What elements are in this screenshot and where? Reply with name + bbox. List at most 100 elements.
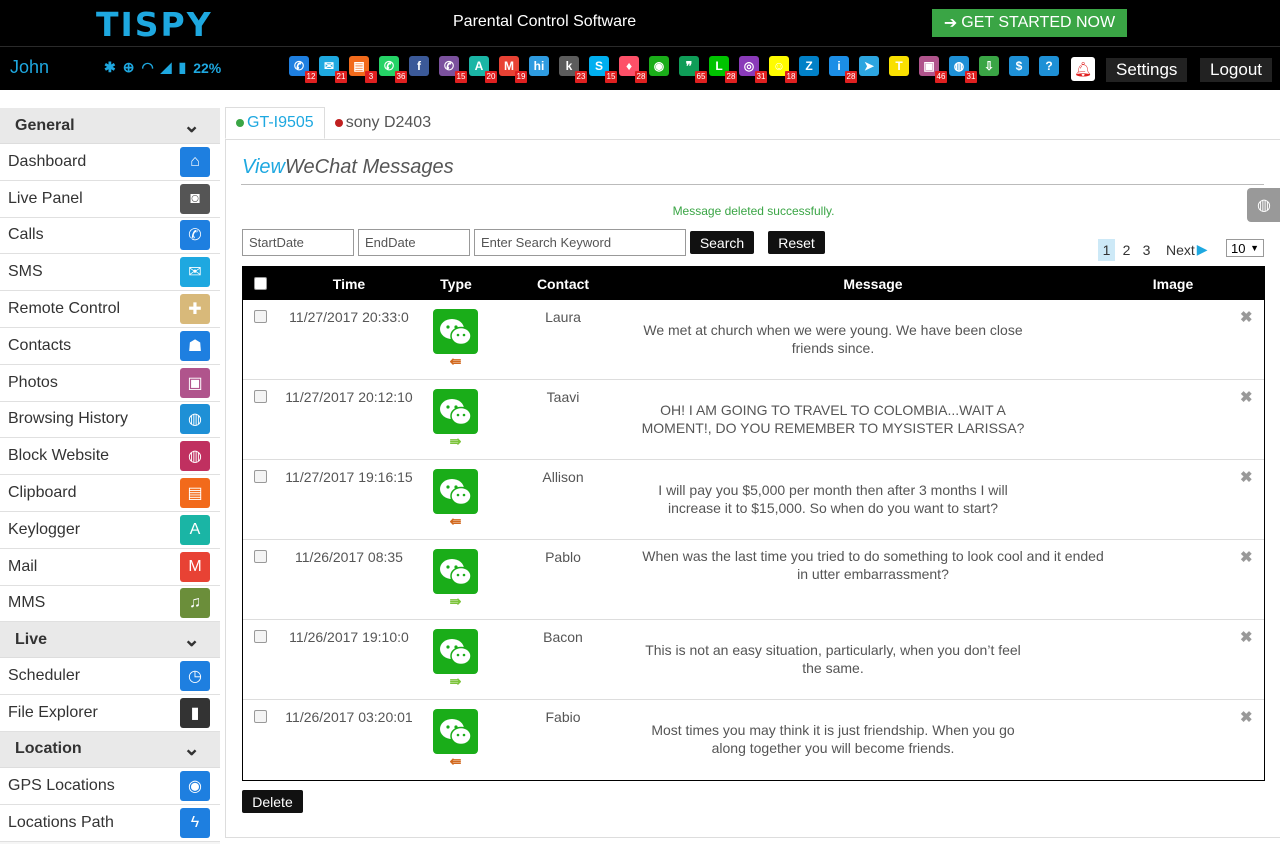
sidebar-item-dashboard[interactable]: Dashboard ⌂ — [0, 144, 220, 181]
sidebar-section-location[interactable]: Location ⌄ — [0, 731, 220, 768]
sidebar-item-remote-control[interactable]: Remote Control ✚ — [0, 291, 220, 328]
delete-row-icon[interactable]: ✖ — [1240, 308, 1253, 326]
sidebar-item-clipboard[interactable]: Clipboard ▤ — [0, 475, 220, 512]
wechat-icon[interactable]: ◉ — [649, 56, 669, 76]
user-name: John — [10, 57, 50, 77]
row-contact: Laura — [545, 309, 581, 325]
photos-icon[interactable]: ▣ 46 — [919, 56, 947, 83]
whatsapp-icon[interactable]: ✆ 36 — [379, 56, 407, 83]
next-page-link[interactable]: Next ▶ — [1166, 241, 1208, 258]
kakao-icon[interactable]: T — [889, 56, 909, 76]
brand-logo[interactable]: TISPY — [96, 5, 213, 44]
header-time[interactable]: Time — [283, 267, 415, 300]
delete-row-icon[interactable]: ✖ — [1240, 628, 1253, 646]
search-button[interactable]: Search — [690, 231, 754, 254]
delete-row-icon[interactable]: ✖ — [1240, 388, 1253, 406]
sidebar-item-live-panel[interactable]: Live Panel ◙ — [0, 180, 220, 218]
table-row[interactable]: 11/27/2017 20:12:10 ⇛ Taavi OH! I AM GOING … — [243, 380, 1264, 460]
row-checkbox[interactable] — [254, 630, 267, 643]
app-glyph: ✆ — [383, 59, 395, 73]
page-link-1[interactable]: 1 — [1098, 238, 1115, 261]
sidebar-section-live[interactable]: Live ⌄ — [0, 622, 220, 659]
per-page-select[interactable]: 10 ▼ — [1226, 239, 1264, 257]
count-badge: 28 — [635, 71, 647, 83]
clipboard-icon[interactable]: ▤ 3 — [349, 56, 377, 83]
facebook-icon[interactable]: f — [409, 56, 429, 76]
sidebar-item-label: Block Website — [8, 447, 110, 465]
row-checkbox[interactable] — [254, 550, 267, 563]
dollar-icon[interactable]: $ — [1009, 56, 1029, 76]
row-checkbox[interactable] — [254, 470, 267, 483]
phone-icon[interactable]: ✆ 12 — [289, 56, 317, 83]
line-icon[interactable]: L 28 — [709, 56, 737, 83]
delete-row-icon[interactable]: ✖ — [1240, 468, 1253, 486]
viber-icon[interactable]: ✆ 15 — [439, 56, 467, 83]
tab-label: sony D2403 — [345, 114, 432, 131]
row-checkbox[interactable] — [254, 310, 267, 323]
table-row[interactable]: 11/26/2017 03:20:01 ⇚ Fabio Most times you … — [243, 700, 1264, 780]
header-message[interactable]: Message — [623, 267, 1123, 300]
sidebar-item-keylogger[interactable]: Keylogger A — [0, 511, 220, 549]
reset-button[interactable]: Reset — [768, 231, 825, 254]
sidebar-item-gps-locations[interactable]: GPS Locations ◉ — [0, 767, 220, 805]
sidebar-item-contacts[interactable]: Contacts ☗ — [0, 327, 220, 365]
mail-icon[interactable]: ✉ 21 — [319, 56, 347, 83]
sidebar-section-general[interactable]: General ⌄ — [0, 108, 220, 144]
sidebar-item-label: Dashboard — [8, 152, 87, 170]
gmail-icon[interactable]: M 19 — [499, 56, 527, 83]
help-icon[interactable]: ? — [1039, 56, 1059, 76]
notification-bell-icon[interactable]: 🔔︎ — [1071, 57, 1095, 81]
telegram-icon[interactable]: ➤ — [859, 56, 879, 76]
settings-button[interactable]: Settings — [1106, 58, 1188, 82]
sidebar-item-scheduler[interactable]: Scheduler ◷ — [0, 658, 220, 696]
hike-icon[interactable]: hi — [529, 56, 549, 76]
select-all-checkbox[interactable] — [254, 277, 267, 290]
sidebar-item-mms[interactable]: MMS ♫ — [0, 585, 220, 623]
table-row[interactable]: 11/26/2017 08:35 ⇛ Pablo When was the last … — [243, 540, 1264, 620]
sidebar-item-browsing-history[interactable]: Browsing History ◍ — [0, 401, 220, 439]
snapchat-icon[interactable]: ☺ 18 — [769, 56, 797, 83]
delete-button[interactable]: Delete — [242, 790, 303, 813]
tab-device-sony-d2403[interactable]: sony D2403 — [325, 107, 441, 139]
instagram-icon[interactable]: ◎ 31 — [739, 56, 767, 83]
start-date-input[interactable]: StartDate — [242, 229, 354, 256]
incoming-arrow-icon: ⇚ — [449, 353, 462, 369]
sidebar-item-sms[interactable]: SMS ✉ — [0, 254, 220, 292]
page-link-2[interactable]: 2 — [1118, 239, 1135, 261]
contact-icon: ☗ — [180, 330, 210, 361]
sidebar-item-photos[interactable]: Photos ▣ — [0, 364, 220, 402]
hangouts-icon[interactable]: ❞ 65 — [679, 56, 707, 83]
skype-icon[interactable]: S 15 — [589, 56, 617, 83]
end-date-input[interactable]: EndDate — [358, 229, 470, 256]
get-started-button[interactable]: ➔ GET STARTED NOW — [932, 9, 1127, 37]
tab-device-gt-i9505[interactable]: GT-I9505 — [225, 107, 325, 139]
row-checkbox[interactable] — [254, 390, 267, 403]
next-label: Next — [1166, 241, 1195, 258]
tinder-icon[interactable]: ♦ 28 — [619, 56, 647, 83]
header-contact[interactable]: Contact — [513, 267, 613, 300]
kik-icon[interactable]: k 23 — [559, 56, 587, 83]
row-checkbox[interactable] — [254, 710, 267, 723]
logout-button[interactable]: Logout — [1200, 58, 1272, 82]
delete-row-icon[interactable]: ✖ — [1240, 708, 1253, 726]
browser-icon[interactable]: ◍ 31 — [949, 56, 977, 83]
table-row[interactable]: 11/27/2017 19:16:15 ⇚ Allison I will pay yo… — [243, 460, 1264, 540]
sidebar-item-file-explorer[interactable]: File Explorer ▮ — [0, 695, 220, 732]
imo-icon[interactable]: i 28 — [829, 56, 857, 83]
title-divider — [241, 184, 1264, 185]
header-type[interactable]: Type — [423, 267, 489, 300]
keylogger-icon[interactable]: A 20 — [469, 56, 497, 83]
sidebar-item-locations-path[interactable]: Locations Path ϟ — [0, 804, 220, 842]
page-link-3[interactable]: 3 — [1138, 239, 1155, 261]
sidebar-item-block-website[interactable]: Block Website ◍ — [0, 438, 220, 476]
sidebar-item-calls[interactable]: Calls ✆ — [0, 217, 220, 255]
delete-row-icon[interactable]: ✖ — [1240, 548, 1253, 566]
download-icon[interactable]: ⇩ — [979, 56, 999, 76]
gmail-icon: M — [180, 551, 210, 582]
zalo-icon[interactable]: Z — [799, 56, 819, 76]
sidebar-item-mail[interactable]: Mail M — [0, 548, 220, 586]
wechat-icon — [433, 469, 478, 514]
table-row[interactable]: 11/26/2017 19:10:0 ⇛ Bacon This is not an e… — [243, 620, 1264, 700]
table-row[interactable]: 11/27/2017 20:33:0 ⇚ Laura We met at church… — [243, 300, 1264, 380]
keyword-search-input[interactable]: Enter Search Keyword — [474, 229, 686, 256]
